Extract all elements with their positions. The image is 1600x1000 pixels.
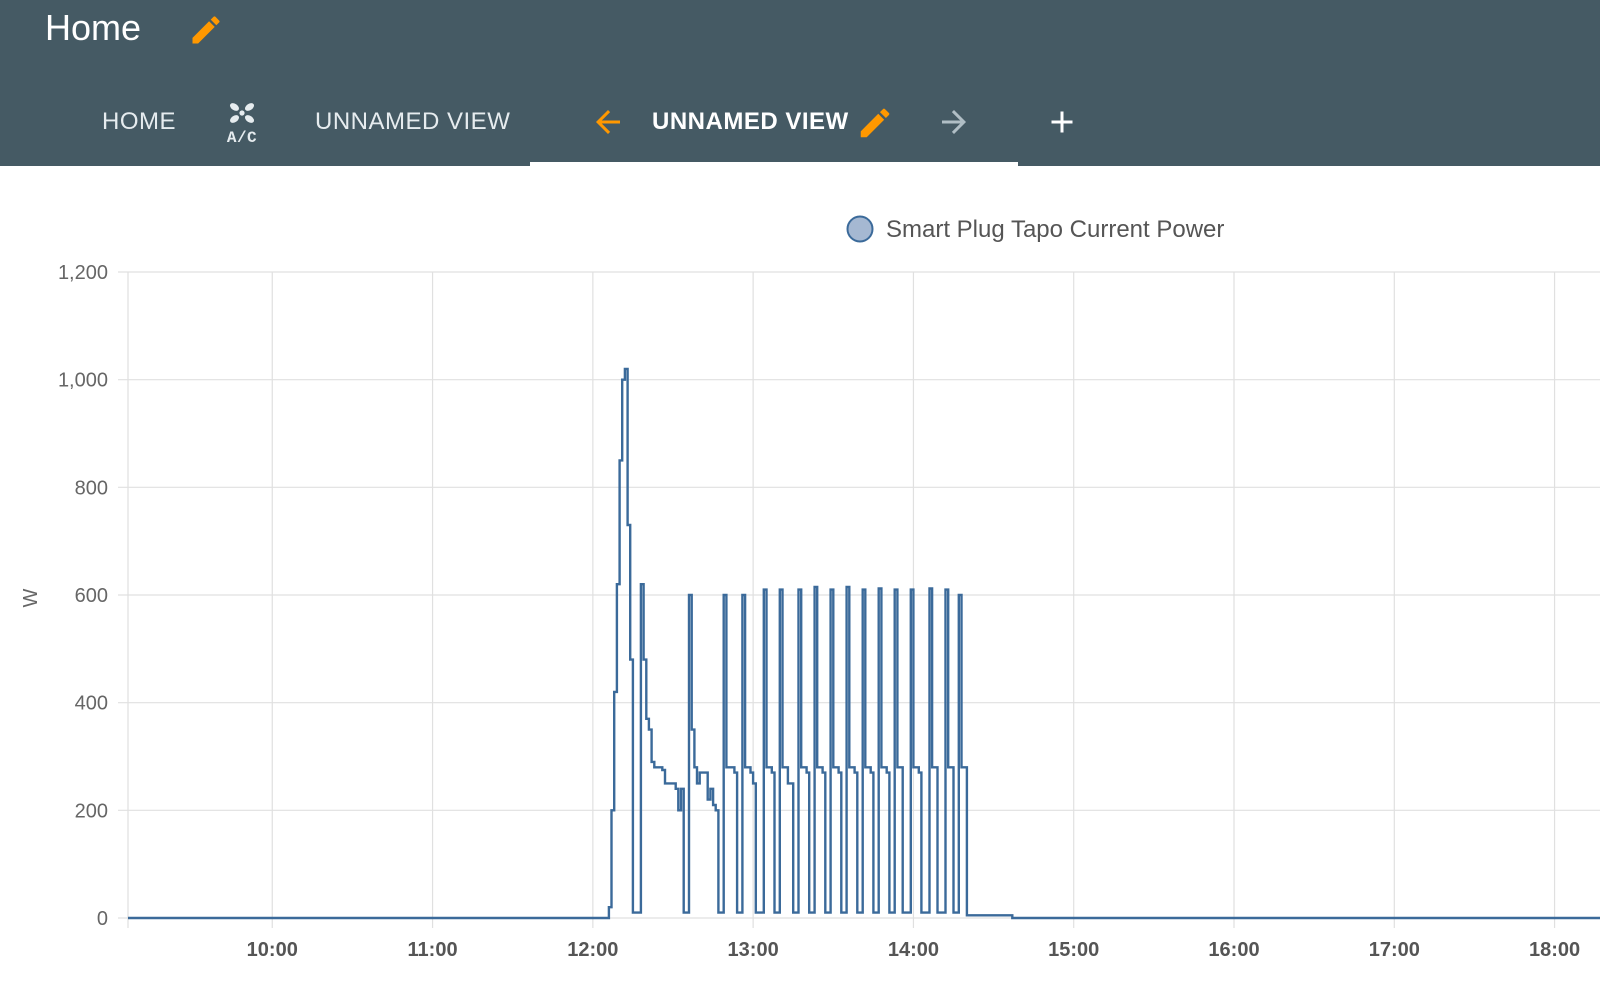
- y-tick-label: 1,000: [58, 370, 108, 392]
- fan-ac-icon: A/C: [227, 103, 257, 147]
- app-title: Home: [45, 7, 142, 48]
- tab-unnamed-view[interactable]: UNNAMED VIEW: [315, 104, 510, 140]
- x-tick-label: 13:00: [728, 939, 779, 961]
- pencil-icon[interactable]: [188, 12, 224, 48]
- plus-icon[interactable]: [1044, 104, 1080, 140]
- arrow-right-icon[interactable]: [936, 104, 972, 140]
- top-header: Home HOME A/C UNNAMED VIEW UNNAMED VIEW: [0, 0, 1600, 166]
- y-axis-label: W: [20, 588, 42, 607]
- x-tick-label: 18:00: [1529, 939, 1580, 961]
- tab-home[interactable]: HOME: [102, 104, 176, 140]
- series-line[interactable]: [128, 367, 1600, 920]
- pencil-icon[interactable]: [856, 104, 894, 142]
- chart-legend[interactable]: Smart Plug Tapo Current Power: [846, 215, 1225, 243]
- x-tick-label: 15:00: [1048, 939, 1099, 961]
- power-chart: Smart Plug Tapo Current Power 0 200 400 600…: [20, 215, 1600, 961]
- ac-label: A/C: [227, 129, 257, 146]
- y-tick-label: 200: [75, 800, 108, 822]
- y-tick-label: 0: [97, 908, 108, 930]
- x-tick-label: 12:00: [567, 939, 618, 961]
- tab-ac[interactable]: A/C: [222, 100, 262, 147]
- y-tick-label: 600: [75, 585, 108, 607]
- x-tick-label: 11:00: [408, 939, 458, 961]
- y-tick-label: 1,200: [58, 262, 108, 284]
- y-tick-label: 400: [75, 693, 108, 715]
- legend-label: Smart Plug Tapo Current Power: [886, 216, 1224, 243]
- legend-swatch: [846, 215, 874, 243]
- history-graph-card: Smart Plug Tapo Current Power 0 200 400 600…: [0, 166, 1600, 1000]
- x-tick-label: 14:00: [888, 939, 939, 961]
- tab-unnamed-view-active[interactable]: UNNAMED VIEW: [652, 104, 849, 140]
- x-tick-label: 16:00: [1208, 939, 1259, 961]
- y-tick-label: 800: [75, 477, 108, 499]
- x-tick-label: 10:00: [247, 939, 298, 961]
- x-tick-label: 17:00: [1369, 939, 1420, 961]
- arrow-left-icon[interactable]: [590, 104, 626, 140]
